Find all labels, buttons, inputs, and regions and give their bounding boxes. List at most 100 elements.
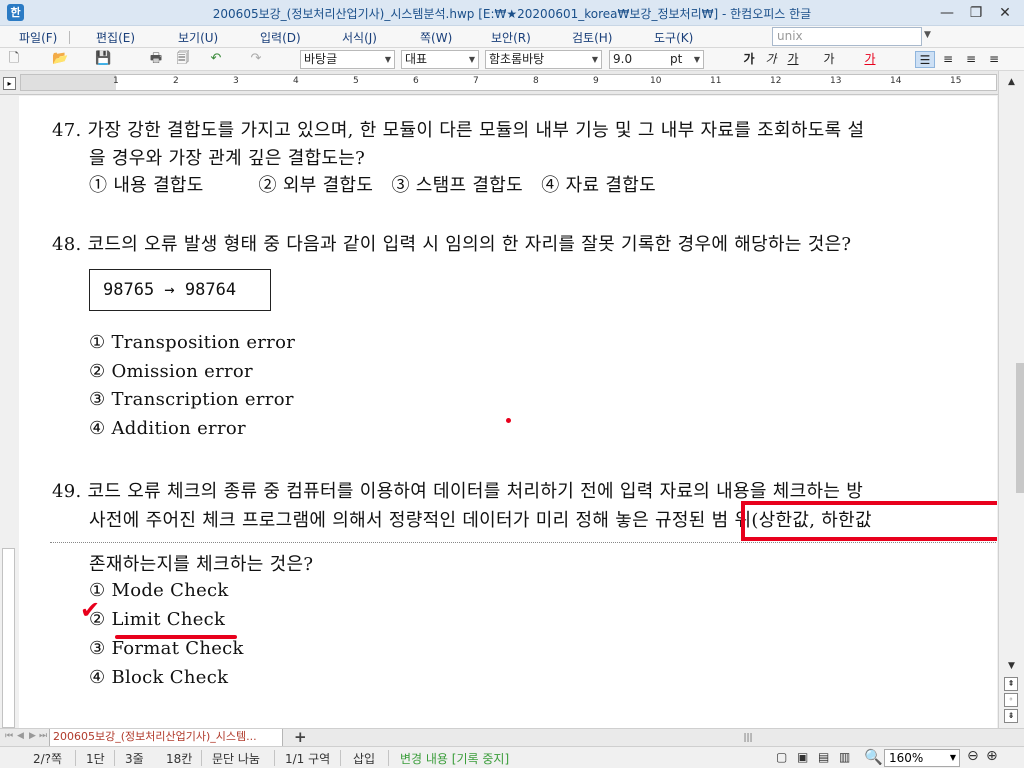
- align-justify-icon[interactable]: ☰: [915, 51, 935, 68]
- zoom-value: 160%: [889, 751, 924, 765]
- zoom-out-icon[interactable]: ⊖: [967, 748, 979, 764]
- status-area: 1/1 구역: [285, 752, 331, 766]
- menu-divider: [69, 31, 70, 44]
- vertical-ruler[interactable]: [2, 548, 15, 728]
- restore-button[interactable]: ❐: [963, 3, 989, 23]
- close-button[interactable]: ✕: [992, 3, 1018, 23]
- menu-search-input[interactable]: unix: [772, 27, 922, 46]
- ruler-number: 11: [710, 76, 722, 86]
- status-divider: [201, 750, 202, 766]
- view-web-icon[interactable]: ▤: [818, 750, 829, 764]
- title-bar: 한 200605보강_(정보처리산업기사)_시스템분석.hwp [E:₩★202…: [0, 0, 1024, 26]
- text-color-button[interactable]: 가: [860, 51, 880, 68]
- ruler-number: 2: [173, 76, 179, 86]
- scroll-down-icon[interactable]: ▼: [1004, 659, 1019, 674]
- align-center-icon[interactable]: ≡: [961, 51, 981, 68]
- page-nav-icon[interactable]: ◦: [1004, 693, 1018, 707]
- zoom-magnifier-icon[interactable]: 🔍: [864, 748, 883, 766]
- ruler-number: 5: [353, 76, 359, 86]
- italic-button[interactable]: 가: [761, 51, 781, 68]
- status-divider: [114, 750, 115, 766]
- horizontal-scroll-thumb[interactable]: |||: [728, 733, 768, 743]
- align-left-icon[interactable]: ≡: [938, 51, 958, 68]
- document-page[interactable]: 47. 가장 강한 결합도를 가지고 있으며, 한 모듈이 다른 모듈의 내부 …: [19, 96, 997, 728]
- horizontal-scrollbar[interactable]: |||: [338, 732, 978, 744]
- question-48-option-2: ② Omission error: [89, 361, 253, 382]
- menu-format[interactable]: 서식(J): [342, 29, 377, 46]
- tab-current-document[interactable]: 200605보강_(정보처리산업기사)_시스템...: [49, 729, 283, 747]
- underline-button[interactable]: 가: [783, 51, 803, 68]
- ruler-number: 4: [293, 76, 299, 86]
- status-insert-mode[interactable]: 삽입: [353, 750, 375, 767]
- question-48-option-1: ① Transposition error: [89, 332, 296, 353]
- zoom-select[interactable]: 160% ▼: [884, 749, 960, 767]
- font-select-value: 함초롬바탕: [489, 52, 545, 66]
- ruler-margin: [21, 75, 116, 90]
- add-tab-button[interactable]: +: [294, 729, 307, 746]
- scroll-up-icon[interactable]: ▲: [1004, 75, 1019, 90]
- menu-page[interactable]: 쪽(W): [420, 29, 452, 46]
- status-divider: [75, 750, 76, 766]
- new-document-icon[interactable]: 🗋: [6, 51, 22, 67]
- menu-security[interactable]: 보안(R): [491, 29, 531, 46]
- chevron-down-icon: ▼: [468, 55, 475, 64]
- menu-tools[interactable]: 도구(K): [654, 29, 693, 46]
- menu-file[interactable]: 파일(F): [19, 29, 57, 46]
- bold-button[interactable]: 가: [739, 51, 759, 68]
- preview-icon[interactable]: 🗐: [175, 51, 191, 67]
- check-mark-icon: ✔: [80, 596, 101, 624]
- ruler-number: 13: [830, 76, 842, 86]
- scroll-thumb[interactable]: [1016, 363, 1024, 493]
- question-48-option-3: ③ Transcription error: [89, 389, 294, 410]
- horizontal-ruler[interactable]: 1 2 3 4 5 6 7 8 9 10 11 12 13 14 15: [20, 74, 997, 91]
- undo-icon[interactable]: ↶: [208, 51, 224, 67]
- zoom-in-icon[interactable]: ⊕: [986, 748, 998, 764]
- menu-insert[interactable]: 입력(D): [260, 29, 301, 46]
- view-normal-icon[interactable]: ▢: [776, 750, 787, 764]
- ruler-toggle-icon[interactable]: ▸: [3, 77, 16, 90]
- redo-icon[interactable]: ↷: [248, 51, 264, 67]
- view-page-icon[interactable]: ▣: [797, 750, 808, 764]
- view-outline-icon[interactable]: ▥: [839, 750, 850, 764]
- window-title: 200605보강_(정보처리산업기사)_시스템분석.hwp [E:₩★20200…: [212, 7, 812, 21]
- font-select[interactable]: 함초롬바탕 ▼: [485, 50, 602, 69]
- menu-review[interactable]: 검토(H): [572, 29, 612, 46]
- question-49-line-1: 49. 코드 오류 체크의 종류 중 컴퓨터를 이용하여 데이터를 처리하기 전…: [52, 481, 864, 502]
- tab-prev-icon[interactable]: ◀: [17, 731, 24, 741]
- menu-edit[interactable]: 편집(E): [96, 29, 135, 46]
- annotation-highlight-box: [741, 501, 997, 541]
- style-select[interactable]: 바탕글 ▼: [300, 50, 395, 69]
- strikethrough-button[interactable]: 가: [819, 51, 839, 68]
- chevron-down-icon: ▼: [591, 55, 598, 64]
- ruler-number: 1: [113, 76, 119, 86]
- menu-bar: 파일(F) 편집(E) 보기(U) 입력(D) 서식(J) 쪽(W) 보안(R)…: [0, 26, 1024, 48]
- align-right-icon[interactable]: ≡: [984, 51, 1004, 68]
- language-select-value: 대표: [405, 52, 428, 66]
- status-section: 1단: [86, 752, 105, 766]
- open-folder-icon[interactable]: 📂: [52, 51, 68, 67]
- ruler-number: 14: [890, 76, 902, 86]
- vertical-scrollbar[interactable]: ▲ ▼ ⇞ ◦ ⇟: [998, 71, 1024, 728]
- tab-next-icon[interactable]: ▶: [29, 731, 36, 741]
- question-48-line-1: 48. 코드의 오류 발생 형태 중 다음과 같이 입력 시 임의의 한 자리를…: [52, 234, 852, 255]
- tab-first-icon[interactable]: ⏮: [5, 731, 13, 741]
- status-divider: [388, 750, 389, 766]
- annotation-dot: [506, 418, 511, 423]
- question-48-example-box: 98765 → 98764: [89, 269, 271, 311]
- annotation-underline: [115, 635, 237, 639]
- menu-view[interactable]: 보기(U): [178, 29, 218, 46]
- language-select[interactable]: 대표 ▼: [401, 50, 479, 69]
- print-icon[interactable]: 🖶: [148, 51, 164, 67]
- status-page[interactable]: 2/?쪽: [33, 750, 62, 767]
- status-track-changes[interactable]: 변경 내용 [기록 중지]: [400, 750, 509, 767]
- next-page-icon[interactable]: ⇟: [1004, 709, 1018, 723]
- ruler-number: 3: [233, 76, 239, 86]
- save-icon[interactable]: 💾: [95, 51, 111, 67]
- previous-page-icon[interactable]: ⇞: [1004, 677, 1018, 691]
- font-size-unit: pt: [670, 52, 683, 66]
- question-49-option-1: ① Mode Check: [89, 580, 229, 601]
- minimize-button[interactable]: —: [934, 3, 960, 23]
- tab-last-icon[interactable]: ⏭: [39, 731, 47, 741]
- font-size-input[interactable]: 9.0 pt ▼: [609, 50, 704, 69]
- search-dropdown-icon[interactable]: ▼: [924, 30, 931, 40]
